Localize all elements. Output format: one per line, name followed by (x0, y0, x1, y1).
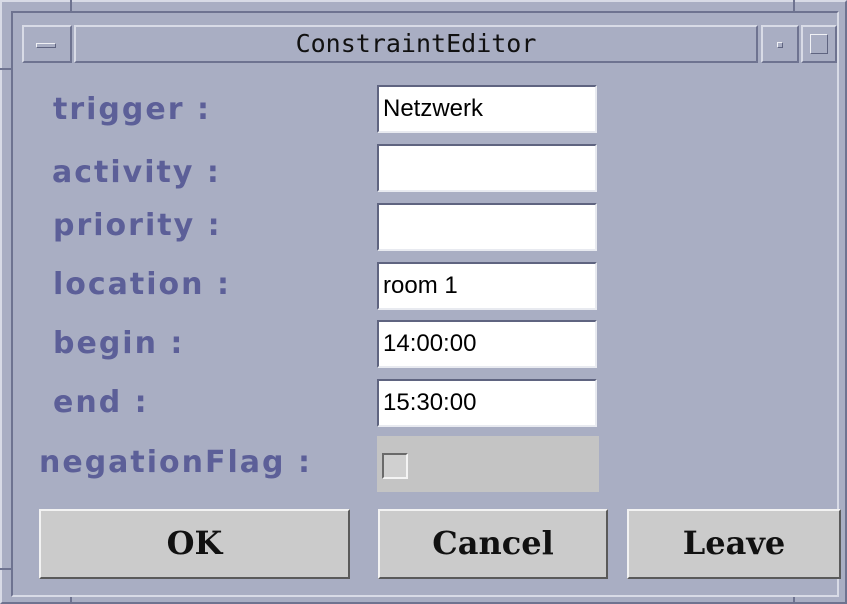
constraint-editor-window: ConstraintEditor trigger : activity : pr… (0, 0, 847, 604)
maximize-icon (810, 34, 828, 54)
resize-tick-top-right[interactable] (793, 0, 795, 11)
priority-label: priority : (53, 208, 222, 243)
location-field[interactable]: room 1 (377, 262, 597, 310)
activity-label: activity : (52, 155, 221, 190)
window-title[interactable]: ConstraintEditor (74, 25, 758, 63)
leave-button[interactable]: Leave (627, 509, 841, 579)
location-label: location : (53, 267, 231, 302)
activity-field[interactable] (377, 144, 597, 192)
resize-tick-bottom-left[interactable] (70, 597, 72, 604)
begin-field[interactable]: 14:00:00 (377, 320, 597, 368)
resize-tick-left-top[interactable] (0, 68, 11, 70)
trigger-label: trigger : (53, 92, 211, 127)
resize-tick-left-bottom[interactable] (0, 568, 11, 570)
priority-field[interactable] (377, 203, 597, 251)
end-field[interactable]: 15:30:00 (377, 379, 597, 427)
maximize-button[interactable] (801, 25, 837, 63)
resize-tick-bottom-right[interactable] (793, 597, 795, 604)
window-menu-button[interactable] (22, 25, 72, 63)
begin-label: begin : (53, 326, 185, 361)
cancel-button[interactable]: Cancel (378, 509, 608, 579)
ok-button[interactable]: OK (39, 509, 350, 579)
window-menu-icon (36, 43, 56, 48)
negation-flag-area (377, 436, 599, 492)
end-label: end : (53, 385, 149, 420)
negation-flag-checkbox[interactable] (382, 453, 408, 479)
minimize-icon (777, 42, 783, 48)
minimize-button[interactable] (761, 25, 799, 63)
title-bar: ConstraintEditor (13, 22, 839, 68)
negation-flag-label: negationFlag : (39, 445, 312, 480)
resize-tick-top-left[interactable] (70, 0, 72, 11)
trigger-field[interactable]: Netzwerk (377, 85, 597, 133)
